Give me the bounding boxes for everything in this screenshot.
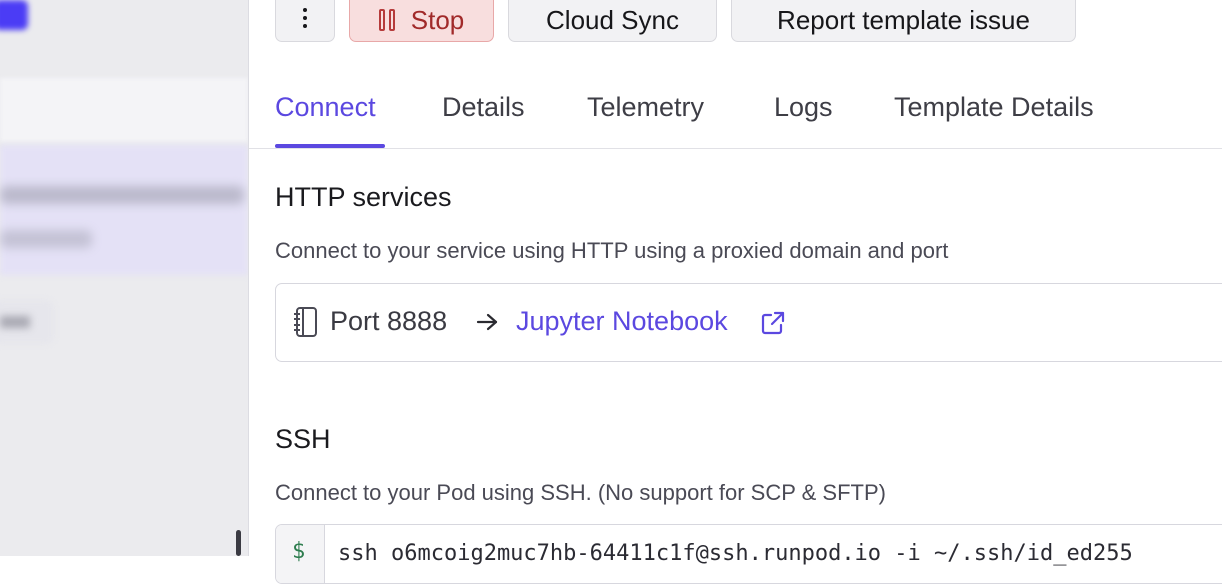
ssh-command-text[interactable]: ssh o6mcoig2muc7hb-64411c1f@ssh.runpod.i…	[338, 541, 1133, 566]
ssh-prompt: $	[276, 525, 325, 583]
report-template-issue-button[interactable]: Report template issue	[731, 0, 1076, 42]
pod-detail-panel: Stop Cloud Sync Report template issue Co…	[249, 0, 1222, 584]
ssh-prompt-symbol: $	[292, 539, 306, 564]
cloud-sync-label: Cloud Sync	[546, 4, 679, 35]
sidebar-selected-pod[interactable]	[0, 145, 248, 275]
http-services-title: HTTP services	[275, 182, 452, 212]
ssh-command-box[interactable]: $ ssh o6mcoig2muc7hb-64411c1f@ssh.runpod…	[275, 524, 1222, 584]
sidebar-blurred-row	[0, 78, 248, 142]
notebook-icon	[294, 307, 317, 337]
more-vertical-icon	[303, 8, 307, 28]
tab-connect[interactable]: Connect	[275, 92, 376, 123]
sidebar-scrollbar[interactable]	[236, 530, 241, 556]
sidebar-blurred-text	[0, 316, 30, 328]
sidebar-blurred-text	[0, 186, 244, 204]
jupyter-notebook-link[interactable]: Jupyter Notebook	[516, 306, 728, 337]
http-services-description: Connect to your service using HTTP using…	[275, 238, 949, 263]
http-service-row: Port 8888 Jupyter Notebook	[275, 283, 1222, 362]
arrow-right-icon	[476, 313, 498, 331]
tab-telemetry[interactable]: Telemetry	[587, 92, 704, 123]
tab-details[interactable]: Details	[442, 92, 525, 123]
active-tab-indicator	[275, 144, 385, 148]
pause-icon	[378, 9, 395, 31]
tab-logs[interactable]: Logs	[774, 92, 833, 123]
cloud-sync-button[interactable]: Cloud Sync	[508, 0, 717, 42]
port-label: Port 8888	[330, 306, 448, 336]
sidebar-blurred-logo	[0, 0, 28, 30]
report-template-issue-label: Report template issue	[777, 4, 1030, 35]
tab-template-details[interactable]: Template Details	[894, 92, 1094, 123]
sidebar	[0, 0, 249, 556]
ssh-title: SSH	[275, 424, 331, 454]
sidebar-blurred-text	[0, 230, 92, 248]
ssh-description: Connect to your Pod using SSH. (No suppo…	[275, 480, 886, 505]
stop-button[interactable]: Stop	[349, 0, 494, 42]
tab-bar: Connect Details Telemetry Logs Template …	[249, 78, 1222, 149]
stop-button-label: Stop	[410, 4, 465, 35]
external-link-icon[interactable]	[760, 310, 786, 336]
more-actions-button[interactable]	[275, 0, 335, 42]
